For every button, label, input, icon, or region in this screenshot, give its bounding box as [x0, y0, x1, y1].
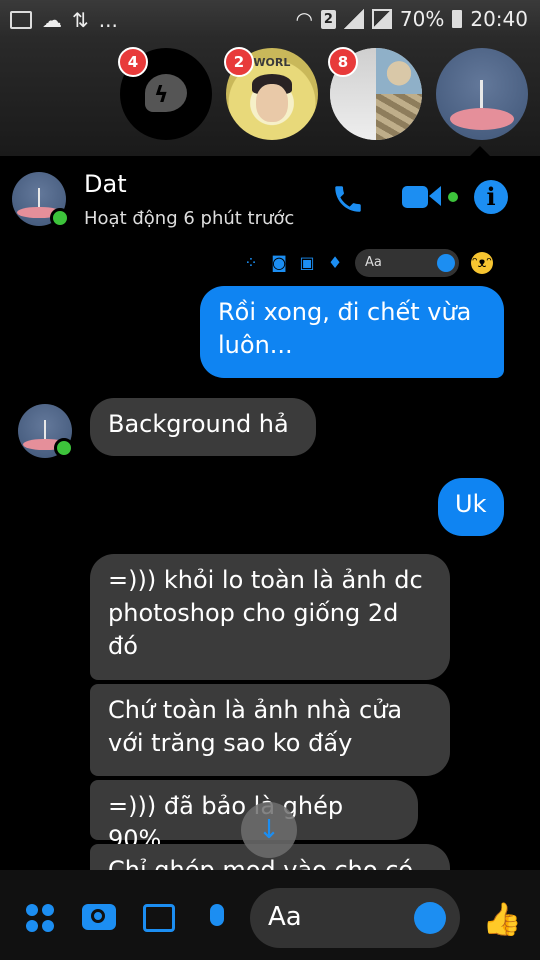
mini-message-input[interactable]: Aa: [355, 249, 459, 277]
message-input[interactable]: Aa: [250, 888, 460, 948]
video-lens: [429, 186, 441, 206]
composer-bar: Aa 👍: [0, 870, 540, 960]
scroll-down-button[interactable]: ↓: [241, 802, 297, 858]
contact-name[interactable]: Dat: [84, 170, 127, 198]
unread-badge: 4: [118, 47, 148, 77]
info-icon[interactable]: i: [474, 180, 508, 214]
video-call-icon[interactable]: [402, 186, 458, 212]
signal-icon: [343, 9, 364, 29]
more-notifications: ...: [98, 8, 118, 32]
gallery-icon: [10, 11, 32, 29]
rocket-shape: [480, 80, 483, 108]
cloud-shape: [450, 108, 514, 130]
money-photo: [376, 94, 422, 140]
clock: 20:40: [470, 7, 528, 31]
image-icon[interactable]: ▣: [299, 255, 315, 271]
mini-input-placeholder: Aa: [365, 255, 382, 270]
cloud-icon: ☁: [42, 8, 62, 32]
battery-icon: [452, 10, 463, 28]
active-status: Hoạt động 6 phút trước: [84, 208, 295, 229]
emoji-icon[interactable]: [414, 902, 446, 934]
menu-icon[interactable]: ⁘: [243, 255, 259, 271]
chat-heads-bar: ϟ 4 PE WORL 2 8: [0, 38, 540, 156]
rocket-shape: [37, 188, 40, 208]
mic-icon[interactable]: ♦: [327, 255, 343, 271]
message-outgoing[interactable]: Uk: [438, 478, 504, 536]
camera-icon[interactable]: ◙: [271, 255, 287, 271]
like-icon[interactable]: 👍: [482, 900, 522, 938]
status-bar: ☁ ⇅ ... ◠ 2 70% 20:40: [0, 0, 540, 38]
avatar-face: [256, 84, 288, 122]
online-indicator: [50, 208, 70, 228]
unread-badge: 8: [328, 47, 358, 77]
rocket-shape: [43, 420, 46, 440]
messenger-bolt-icon: ϟ: [154, 83, 169, 108]
phone-call-icon[interactable]: [331, 182, 365, 216]
active-head-pointer: [470, 146, 490, 156]
chat-panel: Dat Hoạt động 6 phút trước i ⁘ ◙ ▣ ♦ Aa …: [0, 156, 540, 960]
video-available-dot: [448, 192, 458, 202]
laugh-emoji-icon[interactable]: ᵔᴥᵔ: [471, 252, 493, 274]
image-icon[interactable]: [143, 904, 175, 932]
camera-icon[interactable]: [82, 904, 116, 930]
message-incoming[interactable]: Chứ toàn là ảnh nhà cửa với trăng sao ko…: [90, 684, 450, 776]
mini-composer: ⁘ ◙ ▣ ♦ Aa ᵔᴥᵔ: [243, 248, 493, 278]
unread-badge: 2: [224, 47, 254, 77]
mic-icon[interactable]: [208, 904, 226, 932]
video-box: [402, 186, 428, 208]
sim-indicator: 2: [320, 9, 336, 29]
menu-icon[interactable]: [26, 904, 54, 932]
chat-head-dat[interactable]: [436, 48, 528, 140]
signal-icon-2: [371, 9, 392, 29]
message-outgoing[interactable]: Rồi xong, đi chết vừa luôn...: [200, 286, 504, 378]
message-placeholder: Aa: [268, 902, 302, 932]
message-incoming[interactable]: =))) khỏi lo toàn là ảnh dc photoshop ch…: [90, 554, 450, 680]
online-indicator: [54, 438, 74, 458]
message-incoming[interactable]: Background hả: [90, 398, 316, 456]
wifi-icon: ◠: [295, 7, 313, 31]
battery-percent: 70%: [399, 7, 445, 31]
data-transfer-icon: ⇅: [72, 8, 89, 32]
emoji-icon[interactable]: [437, 254, 455, 272]
cat-photo: [376, 48, 422, 94]
